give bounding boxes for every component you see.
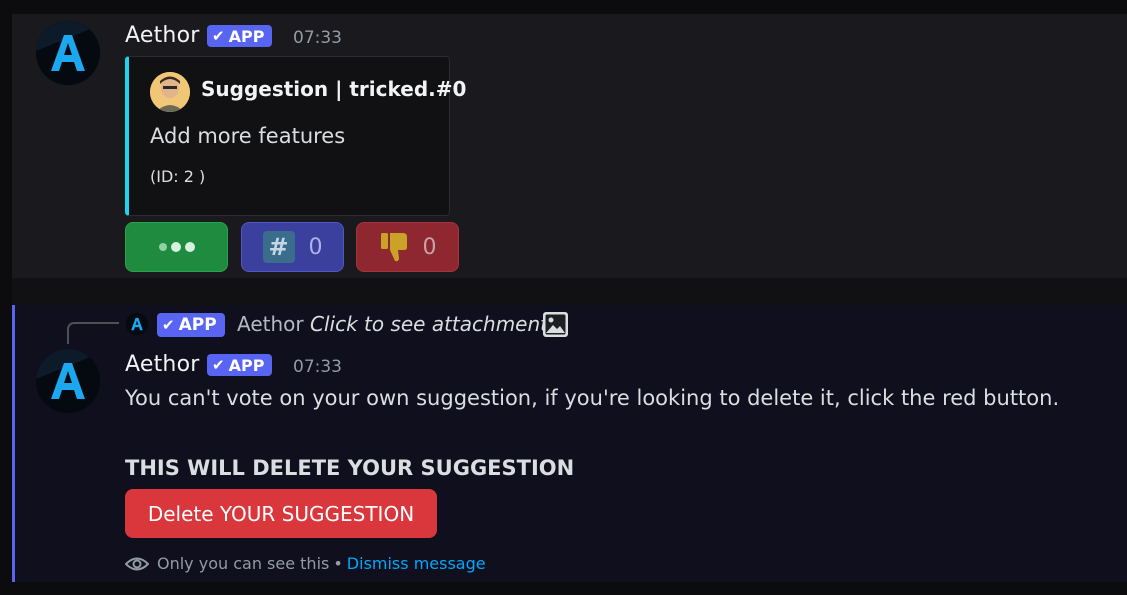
message-ephemeral [12, 305, 1127, 582]
timestamp[interactable]: 07:33 [293, 357, 342, 377]
embed-author-avatar [150, 72, 190, 112]
delete-suggestion-button[interactable]: Delete YOUR SUGGESTION [125, 489, 437, 538]
verified-check-icon: ✔ [162, 316, 175, 334]
app-badge-label: APP [178, 315, 217, 335]
aethor-logo-icon [36, 349, 100, 413]
embed-id: (ID: 2 ) [150, 167, 206, 186]
ephemeral-text: Only you can see this [157, 554, 330, 573]
message-divider [12, 278, 1127, 305]
left-gutter [0, 0, 12, 595]
bottom-strip [0, 582, 1127, 595]
app-badge: ✔ APP [207, 25, 273, 47]
downvote-count: 0 [422, 234, 437, 260]
thumbs-down-icon [380, 233, 407, 262]
app-badge-label: APP [228, 355, 265, 375]
username[interactable]: Aethor [125, 23, 199, 48]
downvote-button[interactable]: 0 [356, 222, 459, 272]
verified-check-icon: ✔ [212, 356, 225, 374]
aethor-logo-icon [36, 21, 100, 85]
message-content: You can't vote on your own suggestion, i… [125, 386, 1060, 410]
separator: • [333, 554, 343, 573]
top-strip [0, 0, 1127, 14]
aethor-avatar[interactable] [36, 349, 100, 413]
image-icon[interactable] [542, 311, 569, 338]
options-button[interactable] [125, 222, 228, 272]
reply-preview-text[interactable]: Click to see attachment [310, 312, 548, 336]
reply-username[interactable]: Aethor [237, 312, 304, 336]
ephemeral-notice: Only you can see this • Dismiss message [125, 554, 486, 573]
dismiss-message-link[interactable]: Dismiss message [347, 554, 486, 573]
aethor-avatar[interactable] [36, 21, 100, 85]
reply-connector [67, 322, 119, 344]
app-badge-label: APP [228, 26, 265, 46]
reply-app-badge: ✔ APP [157, 313, 225, 337]
username[interactable]: Aethor [125, 352, 199, 377]
embed-title: Suggestion | tricked.#0 [201, 77, 467, 101]
aethor-logo-icon [126, 313, 148, 335]
eye-icon [125, 557, 149, 570]
timestamp[interactable]: 07:33 [293, 28, 342, 48]
upvote-button[interactable]: # 0 [241, 222, 344, 272]
three-dots-icon [158, 242, 195, 252]
hash-icon: # [262, 231, 295, 263]
upvote-count: 0 [308, 234, 323, 260]
warning-heading: THIS WILL DELETE YOUR SUGGESTION [125, 456, 575, 480]
verified-check-icon: ✔ [212, 27, 225, 45]
reply-avatar[interactable] [126, 313, 148, 335]
suggestion-embed: Suggestion | tricked.#0 Add more feature… [125, 56, 466, 216]
app-badge: ✔ APP [207, 354, 273, 376]
embed-description: Add more features [150, 124, 346, 148]
